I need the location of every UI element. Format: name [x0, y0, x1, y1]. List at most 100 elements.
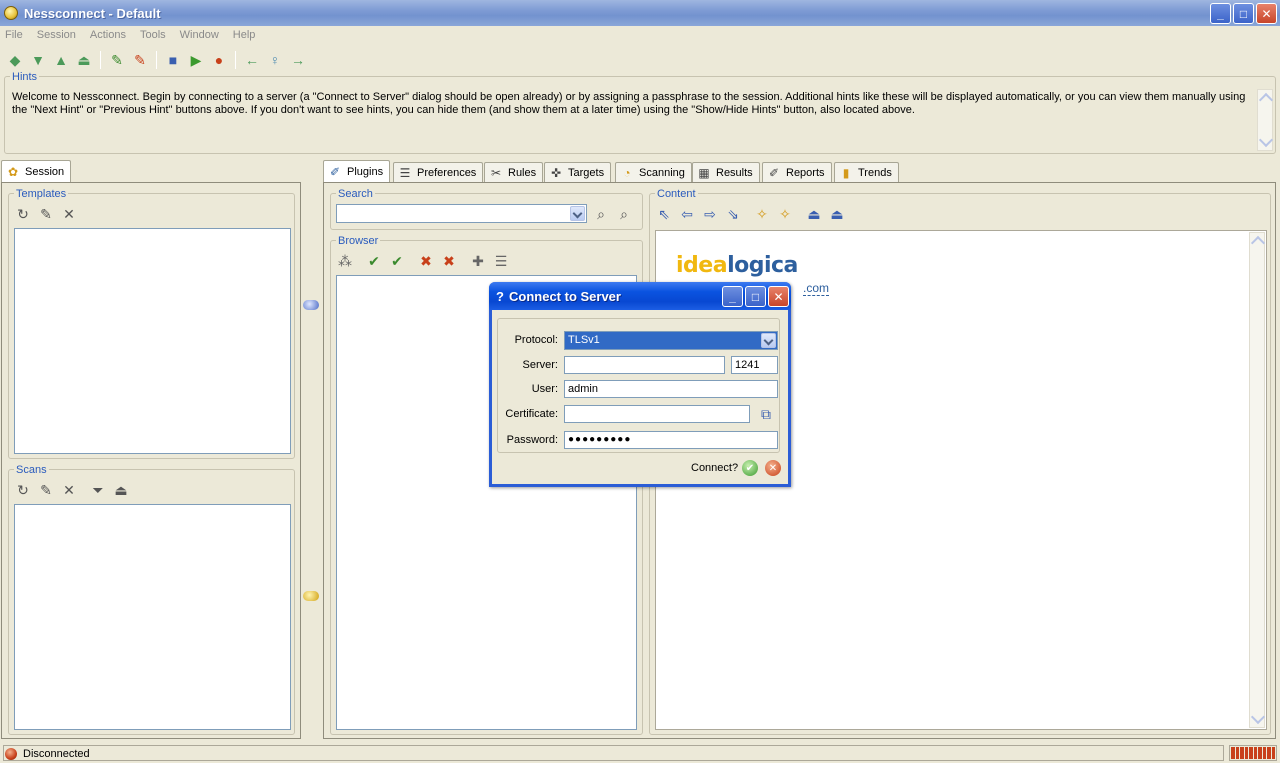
tab-targets[interactable]: ✜ Targets [544, 162, 612, 183]
search-input[interactable] [336, 204, 587, 223]
delete-icon[interactable]: ✕ [59, 480, 79, 500]
goto-icon[interactable]: ⇘ [723, 204, 743, 224]
back-icon[interactable]: ⇦ [677, 204, 697, 224]
move-down-icon[interactable]: ▼ [28, 50, 48, 70]
plugins-icon: ✐ [329, 165, 341, 179]
protocol-select[interactable]: TLSv1 [564, 331, 778, 350]
forward-icon[interactable]: ⇨ [700, 204, 720, 224]
move-down-icon[interactable]: ⏷ [88, 480, 108, 500]
password-field[interactable]: ●●●●●●●●● [564, 431, 778, 449]
tab-session[interactable]: ✿ Session [1, 160, 72, 183]
progress-segment [1267, 747, 1271, 759]
dialog-maximize-button[interactable]: □ [745, 286, 766, 307]
expand-icon[interactable]: ✚ [468, 251, 488, 271]
move-up-icon[interactable]: ▲ [51, 50, 71, 70]
previous-hint-icon[interactable]: ← [242, 50, 262, 70]
browse-certificate-icon[interactable]: ⧉ [756, 404, 776, 424]
refresh-icon[interactable]: ↻ [13, 480, 33, 500]
play-icon[interactable]: ▶ [186, 50, 206, 70]
dialog-close-button[interactable]: ✕ [768, 286, 789, 307]
window-title: Nessconnect - Default [24, 5, 161, 21]
tab-rules[interactable]: ✂ Rules [484, 162, 544, 183]
password-label: Password: [506, 434, 558, 446]
status-text: Disconnected [23, 747, 90, 760]
record-icon[interactable]: ● [209, 50, 229, 70]
tab-plugins[interactable]: ✐ Plugins [323, 160, 391, 183]
connect-cancel-icon[interactable]: ✕ [765, 460, 781, 476]
collapse-icon[interactable]: ☰ [491, 251, 511, 271]
disconnect-icon[interactable]: ✎ [130, 50, 150, 70]
chevron-down-icon[interactable] [570, 206, 585, 221]
uncheck-icon[interactable]: ✖ [416, 251, 436, 271]
certificate-field[interactable] [564, 405, 750, 423]
bookmark-add-icon[interactable]: ✧ [775, 204, 795, 224]
tab-reports[interactable]: ✐ Reports [762, 162, 832, 183]
status-progress [1229, 745, 1277, 761]
maximize-button[interactable]: □ [1233, 3, 1254, 24]
server-label: Server: [522, 359, 558, 371]
user-field[interactable]: admin [564, 380, 778, 398]
preferences-icon: ☰ [399, 166, 411, 180]
eject-icon[interactable]: ⏏ [804, 204, 824, 224]
server-field[interactable] [564, 356, 725, 374]
edit-icon[interactable]: ✎ [36, 480, 56, 500]
tab-trends[interactable]: ▮ Trends [834, 162, 899, 183]
refresh-icon[interactable]: ↻ [13, 204, 33, 224]
zoom-search-icon[interactable]: ⌕ [614, 204, 634, 224]
connect-icon[interactable]: ✎ [107, 50, 127, 70]
results-icon: ▦ [698, 166, 710, 180]
port-field[interactable]: 1241 [731, 356, 778, 374]
scans-list[interactable] [14, 504, 291, 730]
diamond-icon[interactable]: ◆ [5, 50, 25, 70]
home-icon[interactable]: ⇖ [654, 204, 674, 224]
progress-segment [1258, 747, 1262, 759]
delete-icon[interactable]: ✕ [59, 204, 79, 224]
minimize-button[interactable]: _ [1210, 3, 1231, 24]
templates-list[interactable] [14, 228, 291, 454]
close-button[interactable]: ✕ [1256, 3, 1277, 24]
search-icon[interactable]: ⌕ [591, 204, 611, 224]
main-toolbar: ◆ ▼ ▲ ⏏ ✎ ✎ ■ ▶ ● ← ♀ → [0, 48, 311, 72]
eject-all-icon[interactable]: ⏏ [827, 204, 847, 224]
splitter-expand-icon[interactable] [303, 591, 319, 601]
bookmark-icon[interactable]: ✧ [752, 204, 772, 224]
show-hide-hints-icon[interactable]: ♀ [265, 50, 285, 70]
next-hint-icon[interactable]: → [288, 50, 308, 70]
browser-label: Browser [336, 235, 381, 247]
menu-file[interactable]: File [5, 29, 23, 41]
check-all-icon[interactable]: ✔ [387, 251, 407, 271]
content-scrollbar[interactable] [1249, 232, 1265, 728]
tab-preferences[interactable]: ☰ Preferences [393, 162, 484, 183]
reports-icon: ✐ [768, 166, 780, 180]
stop-icon[interactable]: ■ [163, 50, 183, 70]
tree-icon[interactable]: ⁂ [335, 251, 355, 271]
menu-tools[interactable]: Tools [140, 29, 166, 41]
eject-icon[interactable]: ⏏ [74, 50, 94, 70]
menu-help[interactable]: Help [233, 29, 256, 41]
menu-session[interactable]: Session [37, 29, 76, 41]
menu-window[interactable]: Window [180, 29, 219, 41]
progress-segment [1231, 747, 1235, 759]
chevron-down-icon[interactable] [761, 333, 776, 348]
scans-box: Scans ↻ ✎ ✕ ⏷ ⏏ [8, 464, 295, 735]
scans-label: Scans [14, 464, 49, 476]
uncheck-all-icon[interactable]: ✖ [439, 251, 459, 271]
tab-results[interactable]: ▦ Results [692, 162, 760, 183]
menu-actions[interactable]: Actions [90, 29, 126, 41]
menu-bar: File Session Actions Tools Window Help [0, 26, 1280, 44]
dialog-minimize-button[interactable]: _ [722, 286, 743, 307]
splitter-collapse-icon[interactable] [303, 300, 319, 310]
search-label: Search [336, 188, 375, 200]
dialog-title: Connect to Server [509, 288, 621, 304]
eject-icon[interactable]: ⏏ [111, 480, 131, 500]
edit-icon[interactable]: ✎ [36, 204, 56, 224]
idealogica-link[interactable]: .com [803, 281, 830, 296]
check-icon[interactable]: ✔ [364, 251, 384, 271]
status-bar: Disconnected [0, 744, 1280, 763]
hints-text: Welcome to Nessconnect. Begin by connect… [12, 91, 1246, 116]
progress-segment [1249, 747, 1253, 759]
tab-scanning[interactable]: ◔ Scanning [615, 162, 692, 183]
connect-ok-icon[interactable]: ✔ [742, 460, 758, 476]
hints-scrollbar[interactable] [1257, 89, 1273, 151]
session-panel: Templates ↻ ✎ ✕ Scans ↻ ✎ ✕ ⏷ ⏏ [1, 182, 301, 739]
